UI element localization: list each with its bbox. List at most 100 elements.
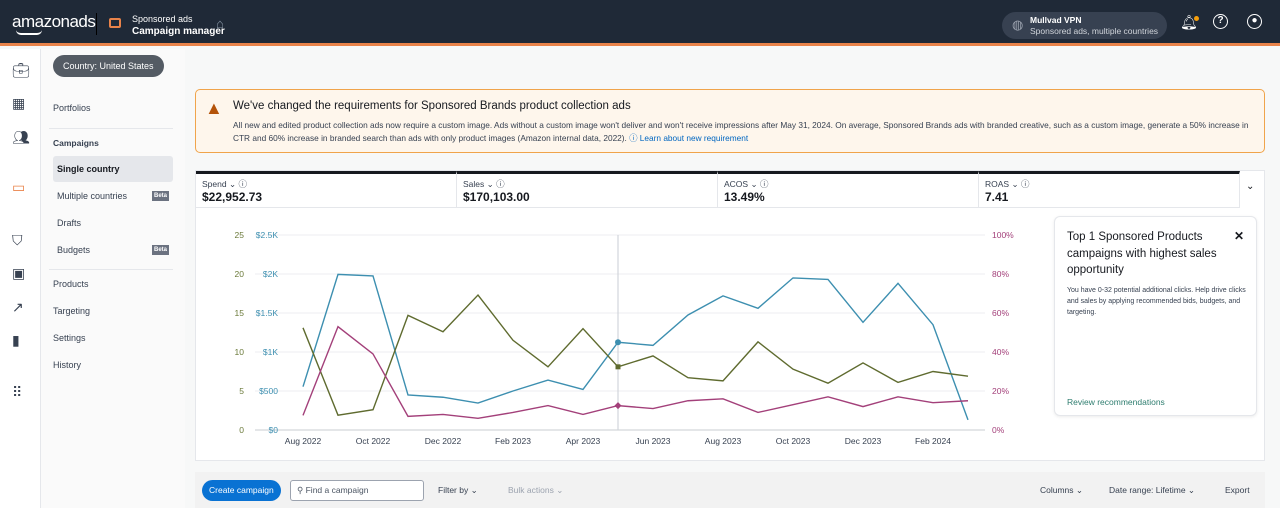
spend-tick-label: $1K — [263, 347, 278, 357]
roas-tick-label: 25 — [235, 230, 245, 240]
metric-roas[interactable]: ROAS ⌄ ⓘ 7.41 — [979, 171, 1240, 208]
recommendation-panel: Top 1 Sponsored Products campaigns with … — [1054, 216, 1257, 416]
reports-icon[interactable]: ▮ — [12, 332, 20, 349]
sidebar-item-drafts[interactable]: Drafts — [53, 210, 173, 236]
label: Single country — [57, 164, 120, 174]
sidebar-item-single-country[interactable]: Single country — [53, 156, 173, 182]
spend-line — [302, 273, 969, 421]
metric-label: Spend ⌄ ⓘ — [202, 179, 247, 189]
search-placeholder: Find a campaign — [305, 485, 369, 495]
sidebar-item-targeting[interactable]: Targeting — [53, 306, 90, 316]
x-tick-label: Oct 2023 — [776, 436, 811, 446]
metric-sales[interactable]: Sales ⌄ ⓘ $170,103.00 — [457, 171, 718, 208]
acos-tick-label: 20% — [992, 386, 1009, 396]
app-name[interactable]: Campaign manager — [132, 26, 225, 37]
x-tick-label: Dec 2022 — [425, 436, 462, 446]
metric-acos[interactable]: ACOS ⌄ ⓘ 13.49% — [718, 171, 979, 208]
apps-grid-icon[interactable]: ⠿ — [12, 384, 22, 401]
sidebar-item-settings[interactable]: Settings — [53, 333, 86, 343]
icon-rail: 💼︎ ▦ 👥︎ ▭ ⛉ ▣ ↗ ▮ ⠿ — [0, 49, 41, 508]
create-campaign-button[interactable]: Create campaign — [202, 480, 281, 501]
metric-label: ACOS ⌄ ⓘ — [724, 179, 769, 189]
alert-body: All new and edited product collection ad… — [233, 119, 1256, 145]
export-button[interactable]: Export — [1225, 485, 1250, 495]
acos-marker — [614, 402, 622, 410]
chevron-down-icon[interactable]: ⌄ — [1246, 181, 1254, 192]
learn-more-link[interactable]: ⓘ Learn about new requirement — [629, 133, 748, 143]
roas-tick-label: 20 — [235, 269, 245, 279]
account-name: Mullvad VPN — [1030, 15, 1082, 25]
campaign-toolbar: Create campaign ⚲ Find a campaign Filter… — [195, 472, 1265, 508]
label: Multiple countries — [57, 191, 128, 201]
divider — [49, 269, 173, 270]
metric-spend[interactable]: Spend ⌄ ⓘ $22,952.73 — [196, 171, 457, 208]
acos-line — [302, 325, 969, 420]
sidebar-item-products[interactable]: Products — [53, 279, 89, 289]
roas-tick-label: 15 — [235, 308, 245, 318]
app-category: Sponsored ads — [132, 14, 193, 24]
reco-body: You have 0-32 potential additional click… — [1067, 287, 1246, 316]
sidebar-item-portfolios[interactable]: Portfolios — [53, 103, 91, 113]
metric-value: $22,952.73 — [202, 190, 263, 204]
x-tick-label: Aug 2022 — [285, 436, 322, 446]
spend-tick-label: $1.5K — [256, 308, 279, 318]
spend-tick-label: $2.5K — [256, 230, 279, 240]
country-filter[interactable]: Country: United States — [53, 55, 164, 77]
bulk-actions-dropdown[interactable]: Bulk actions ⌄ — [508, 485, 563, 496]
date-range-dropdown[interactable]: Date range: Lifetime ⌄ — [1109, 485, 1195, 496]
metric-value: $170,103.00 — [463, 190, 530, 204]
sidebar-item-history[interactable]: History — [53, 360, 81, 370]
notification-dot — [1194, 16, 1199, 21]
close-icon[interactable]: ✕ — [1234, 229, 1244, 243]
roas-tick-label: 0 — [239, 425, 244, 435]
beta-badge: Beta — [151, 191, 169, 201]
warning-icon: ▲ — [205, 98, 223, 118]
acos-tick-label: 60% — [992, 308, 1009, 318]
divider — [96, 13, 97, 35]
sidebar-item-multiple-countries[interactable]: Multiple countries Beta — [53, 183, 173, 209]
top-bar: amazonads Sponsored ads Campaign manager… — [0, 0, 1280, 46]
x-tick-label: Oct 2022 — [356, 436, 391, 446]
shield-icon[interactable]: ⛉ — [12, 232, 23, 249]
amazon-ads-logo[interactable]: amazonads — [12, 12, 96, 32]
sidebar-section-campaigns: Campaigns — [53, 138, 99, 148]
dashboard-icon[interactable]: ▦ — [12, 95, 25, 112]
search-input[interactable]: ⚲ Find a campaign — [290, 480, 424, 501]
spend-tick-label: $2K — [263, 269, 278, 279]
review-recommendations-link[interactable]: Review recommendations — [1067, 397, 1165, 407]
trend-icon[interactable]: ↗ — [12, 299, 24, 316]
label: Drafts — [57, 218, 82, 228]
metric-value: 7.41 — [985, 190, 1009, 204]
spend-tick-label: $500 — [259, 386, 278, 396]
filter-by-dropdown[interactable]: Filter by ⌄ — [438, 485, 478, 496]
requirements-alert: ▲ We've changed the requirements for Spo… — [195, 89, 1265, 153]
help-icon[interactable]: ? — [1213, 14, 1228, 29]
campaigns-icon[interactable]: ▭ — [12, 179, 25, 196]
globe-icon: ◍ — [1012, 17, 1024, 32]
reco-title: Top 1 Sponsored Products campaigns with … — [1067, 231, 1217, 276]
user-icon[interactable]: ● — [1247, 14, 1262, 29]
columns-dropdown[interactable]: Columns ⌄ — [1040, 485, 1083, 496]
x-tick-label: Jun 2023 — [636, 436, 671, 446]
account-scope: Sponsored ads, multiple countries — [1030, 26, 1159, 36]
audiences-icon[interactable]: 👥︎ — [12, 129, 30, 146]
spend-tick-label: $0 — [269, 425, 279, 435]
x-tick-label: Aug 2023 — [705, 436, 742, 446]
acos-tick-label: 40% — [992, 347, 1009, 357]
logo-smile-icon — [16, 30, 42, 35]
metric-label: ROAS ⌄ ⓘ — [985, 179, 1030, 189]
acos-tick-label: 100% — [992, 230, 1014, 240]
roas-tick-label: 5 — [239, 386, 244, 396]
media-icon[interactable]: ▣ — [12, 265, 25, 282]
sidebar-item-budgets[interactable]: Budgets Beta — [53, 237, 173, 263]
account-switcher[interactable]: ◍ Mullvad VPN Sponsored ads, multiple co… — [1002, 12, 1167, 39]
search-icon: ⚲ — [297, 485, 304, 495]
x-tick-label: Apr 2023 — [566, 436, 601, 446]
alert-title: We've changed the requirements for Spons… — [233, 100, 631, 112]
home-icon[interactable]: ⌂ — [216, 16, 224, 31]
x-tick-label: Dec 2023 — [845, 436, 882, 446]
spend-marker — [615, 339, 621, 346]
briefcase-icon[interactable]: 💼︎ — [12, 62, 30, 79]
metric-value: 13.49% — [724, 190, 765, 204]
roas-marker — [615, 364, 621, 370]
